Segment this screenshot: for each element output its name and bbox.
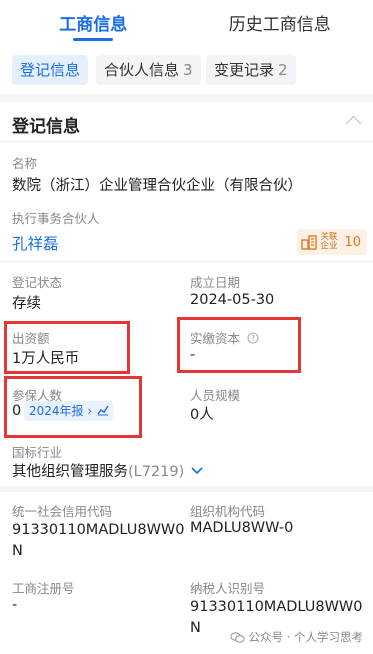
chip-changes-label: 变更记录: [214, 61, 275, 79]
chip-changes[interactable]: 变更记录 2: [206, 55, 296, 85]
chip-partners[interactable]: 合伙人信息 3: [96, 55, 201, 85]
tab-history-label: 历史工商信息: [228, 14, 331, 35]
tab-history-business-info[interactable]: 历史工商信息: [187, 0, 373, 44]
tab-bar: 工商信息 历史工商信息: [0, 0, 373, 44]
sub-tab-chips: 登记信息 合伙人信息 3 变更记录 2: [0, 52, 373, 88]
wechat-icon: [229, 631, 245, 643]
divider: [0, 141, 373, 142]
divider: [0, 261, 373, 262]
highlight-box-insured: [4, 376, 142, 438]
section-title: 登记信息: [12, 117, 80, 137]
reg-no-label: 工商注册号: [12, 581, 75, 596]
industry-label: 国标行业: [12, 445, 63, 460]
chip-registration[interactable]: 登记信息: [12, 55, 89, 85]
org-code-label: 组织机构代码: [190, 504, 266, 519]
highlight-box-paid-capital: [177, 317, 301, 373]
tab-business-info-label: 工商信息: [59, 14, 128, 35]
credit-code-value: 91330110MADLU8WW0 N: [12, 520, 185, 562]
industry-value[interactable]: 其他组织管理服务(L7219): [12, 460, 203, 481]
credit-code-line1: 91330110MADLU8WW0: [12, 522, 185, 538]
reg-no-value: -: [12, 597, 18, 613]
company-name: 数院（浙江）企业管理合伙企业（有限合伙）: [12, 178, 302, 194]
tax-id-line1: 91330110MADLU8WW0: [190, 599, 363, 615]
tax-id-label: 纳税人识别号: [190, 581, 266, 596]
founded-value: 2024-05-30: [190, 292, 275, 308]
chip-partners-label: 合伙人信息: [104, 61, 180, 79]
chip-partners-count: 3: [183, 61, 193, 79]
credit-code-label: 统一社会信用代码: [12, 504, 113, 519]
related-company-icon: [301, 235, 318, 250]
section-separator: [0, 486, 373, 492]
watermark: 公众号 · 个人学习思考: [229, 629, 363, 645]
section-separator: [0, 94, 373, 102]
founded-label: 成立日期: [190, 275, 241, 290]
chevron-up-icon[interactable]: [345, 115, 362, 132]
chip-changes-count: 2: [278, 61, 288, 79]
tab-business-info[interactable]: 工商信息: [0, 0, 187, 44]
org-code-value: MADLU8WW-0: [190, 520, 294, 536]
partner-label: 执行事务合伙人: [12, 211, 100, 226]
name-label: 名称: [12, 156, 38, 171]
staff-size-label: 人员规模: [190, 388, 241, 403]
chip-registration-label: 登记信息: [20, 61, 81, 79]
credit-code-line2: N: [12, 543, 23, 559]
industry-code: (L7219): [128, 464, 185, 480]
highlight-box-capital: [4, 321, 130, 374]
active-tab-underline: [73, 38, 114, 41]
staff-size-value: 0人: [190, 407, 214, 423]
tax-id-line2: N: [190, 620, 201, 636]
partner-link[interactable]: 孔祥磊: [12, 232, 59, 254]
chevron-down-icon: [191, 467, 203, 475]
status-label: 登记状态: [12, 275, 63, 290]
related-companies-button[interactable]: 关联 企业 10: [297, 229, 367, 255]
industry-text: 其他组织管理服务: [12, 464, 128, 480]
related-company-count: 10: [344, 234, 361, 250]
status-value: 存续: [12, 296, 41, 312]
watermark-text: 公众号 · 个人学习思考: [248, 630, 363, 644]
related-company-text: 关联 企业: [320, 232, 338, 251]
